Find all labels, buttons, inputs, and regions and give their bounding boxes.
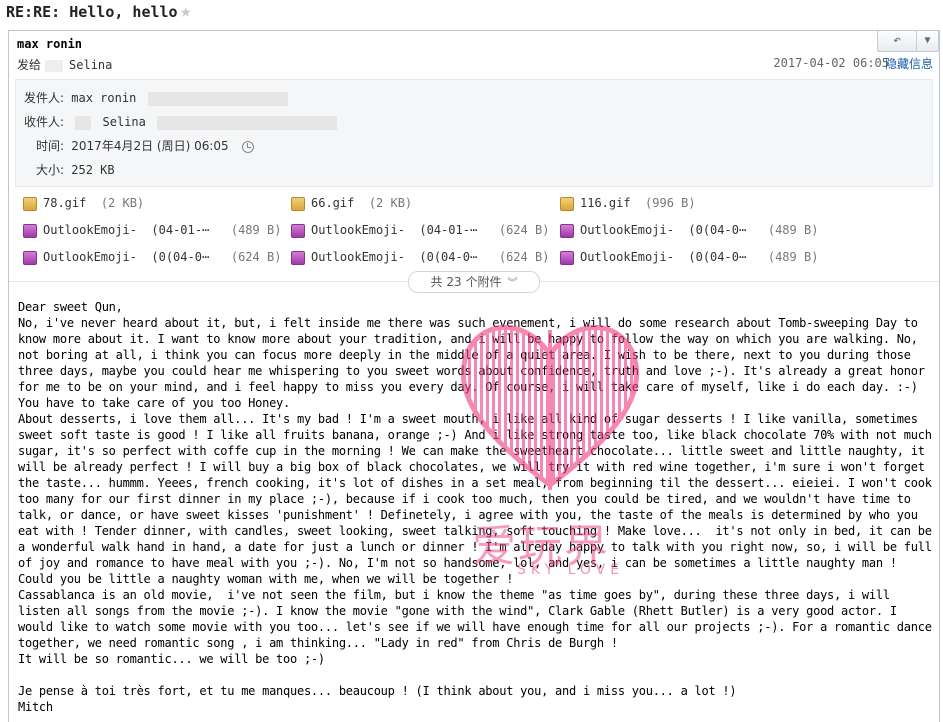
redacted-block — [45, 59, 64, 72]
double-chevron-down-icon: ︾ — [507, 278, 518, 289]
email-panel: max ronin ↶ ▼ 发给 Selina 2017-04-02 06:05 … — [8, 30, 940, 722]
recipient-name[interactable]: Selina — [69, 58, 112, 72]
attachment-item[interactable]: OutlookEmoji- (0(04-0⋯ (489 B) — [560, 223, 818, 238]
size-row: 大小: 252 KB — [36, 161, 115, 178]
chevron-down-icon: ▼ — [924, 35, 931, 46]
subject-bar: RE:RE: Hello, hello ★ — [0, 0, 943, 28]
attachment-item[interactable]: 116.gif (996 B) — [560, 196, 696, 211]
gif-file-icon — [23, 196, 37, 211]
png-file-icon — [291, 250, 305, 265]
to-label: 收件人: — [24, 115, 65, 129]
to-value[interactable]: Selina — [103, 115, 146, 129]
reply-arrow-icon: ↶ — [893, 33, 901, 48]
reply-button[interactable]: ↶ — [878, 31, 917, 51]
email-date: 2017-04-02 06:05 — [773, 56, 889, 70]
time-label: 时间: — [36, 139, 65, 153]
from-row: 发件人: max ronin — [24, 89, 288, 106]
time-value: 2017年4月2日 (周日) 06:05 — [71, 139, 229, 153]
gif-file-icon — [560, 196, 574, 211]
from-value[interactable]: max ronin — [71, 91, 136, 105]
attachment-item[interactable]: OutlookEmoji- (04-01-⋯ (624 B) — [291, 223, 549, 238]
sender-name[interactable]: max ronin — [17, 37, 82, 51]
send-to-label: 发给 — [17, 58, 42, 72]
email-subject: RE:RE: Hello, hello — [6, 3, 178, 21]
redacted-block — [147, 91, 288, 106]
to-row: 收件人: Selina — [24, 113, 338, 130]
show-all-attachments-button[interactable]: 共 23 个附件 ︾ — [408, 271, 540, 293]
png-file-icon — [560, 250, 574, 265]
size-label: 大小: — [36, 163, 65, 177]
attachment-item[interactable]: OutlookEmoji- (04-01-⋯ (489 B) — [23, 223, 281, 238]
details-box: 发件人: max ronin 收件人: Selina 时间: 2017年4月2日… — [15, 79, 933, 187]
png-file-icon — [23, 223, 37, 238]
attachment-item[interactable]: OutlookEmoji- (0(04-0⋯ (624 B) — [23, 250, 281, 265]
redacted-block — [157, 115, 338, 130]
hide-info-link[interactable]: 隐藏信息 — [885, 55, 933, 72]
size-value: 252 KB — [71, 163, 115, 177]
attachment-item[interactable]: 78.gif (2 KB) — [23, 196, 144, 211]
reply-button-group: ↶ ▼ — [877, 30, 939, 52]
time-row: 时间: 2017年4月2日 (周日) 06:05 — [36, 137, 254, 154]
send-to-line: 发给 Selina — [17, 56, 112, 73]
attachment-item[interactable]: 66.gif (2 KB) — [291, 196, 412, 211]
png-file-icon — [23, 250, 37, 265]
redacted-block — [75, 115, 92, 130]
gif-file-icon — [291, 196, 305, 211]
attachment-item[interactable]: OutlookEmoji- (0(04-0⋯ (624 B) — [291, 250, 549, 265]
star-icon[interactable]: ★ — [180, 0, 191, 22]
more-actions-button[interactable]: ▼ — [917, 31, 938, 51]
clock-icon[interactable] — [241, 140, 254, 153]
email-body: Dear sweet Qun, No, i've never heard abo… — [18, 300, 932, 714]
attachment-item[interactable]: OutlookEmoji- (0(04-0⋯ (489 B) — [560, 250, 818, 265]
png-file-icon — [291, 223, 305, 238]
png-file-icon — [560, 223, 574, 238]
from-label: 发件人: — [24, 91, 65, 105]
